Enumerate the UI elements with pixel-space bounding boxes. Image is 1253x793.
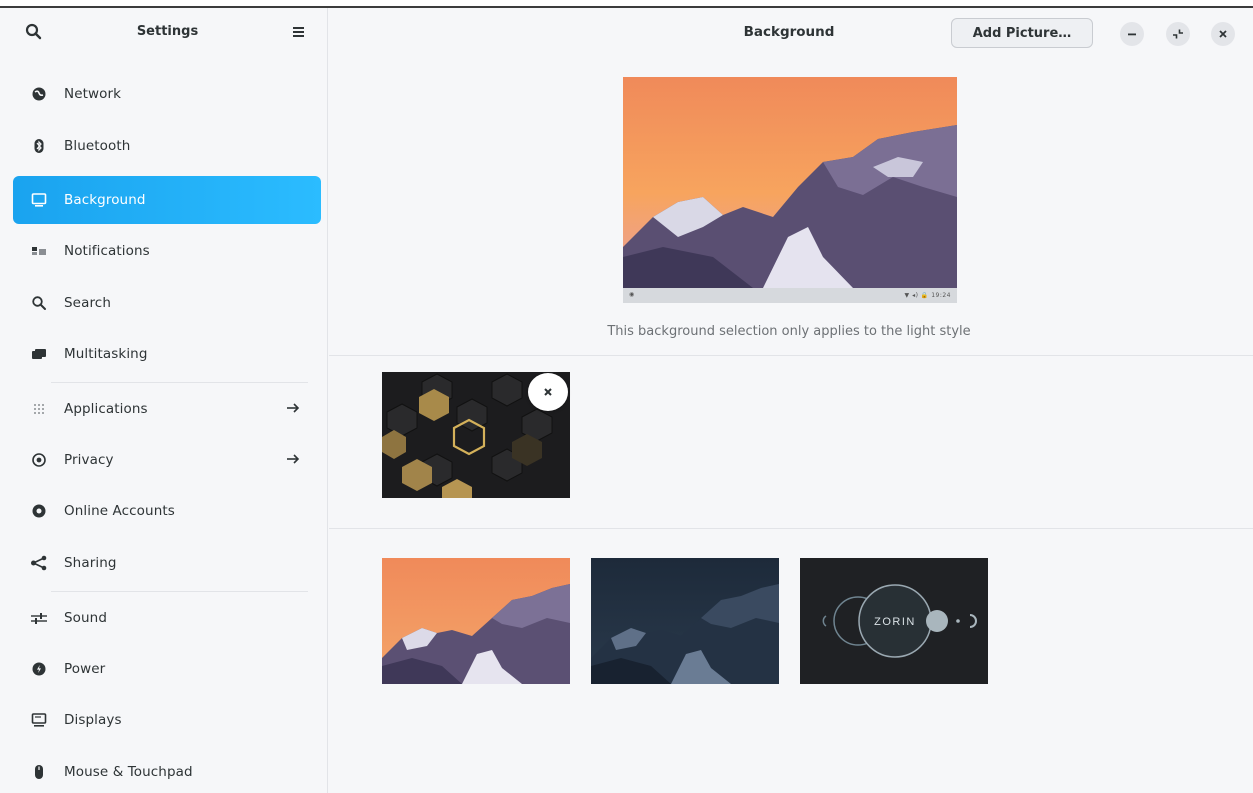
share-icon bbox=[30, 554, 48, 572]
multitasking-icon bbox=[30, 345, 48, 363]
sidebar-item-multitasking[interactable]: Multitasking bbox=[13, 330, 321, 378]
sidebar-item-sound[interactable]: Sound bbox=[13, 594, 321, 642]
remove-wallpaper-button[interactable] bbox=[528, 373, 568, 411]
sidebar-item-displays[interactable]: Displays bbox=[13, 696, 321, 744]
minimize-icon[interactable] bbox=[1120, 22, 1144, 46]
sidebar-item-label: Sharing bbox=[64, 555, 117, 571]
privacy-icon bbox=[30, 451, 48, 469]
grid-icon bbox=[30, 400, 48, 418]
sidebar-separator bbox=[51, 382, 308, 383]
preview-wallpaper bbox=[623, 77, 957, 288]
sidebar-item-label: Online Accounts bbox=[64, 503, 175, 519]
wallpaper-thumb-zorin-logo[interactable]: ZORIN bbox=[800, 558, 988, 684]
wallpaper-thumb-mountains-sunset[interactable] bbox=[382, 558, 570, 684]
sidebar-item-label: Privacy bbox=[64, 452, 114, 468]
section-separator bbox=[329, 355, 1253, 356]
preview-caption: This background selection only applies t… bbox=[607, 324, 971, 339]
sidebar-item-label: Sound bbox=[64, 610, 108, 626]
background-preview: ◉ ▼ ◂) 🔒 19:24 bbox=[623, 77, 957, 303]
sidebar-item-online-accounts[interactable]: Online Accounts bbox=[13, 487, 321, 535]
notifications-icon bbox=[30, 242, 48, 260]
sidebar-item-label: Power bbox=[64, 661, 106, 677]
sidebar-item-label: Displays bbox=[64, 712, 122, 728]
sidebar-item-label: Notifications bbox=[64, 243, 150, 259]
globe-icon bbox=[30, 85, 48, 103]
sidebar-item-search[interactable]: Search bbox=[13, 279, 321, 327]
start-icon: ◉ bbox=[629, 291, 635, 298]
zorin-logo-text: ZORIN bbox=[874, 616, 916, 628]
monitor-icon bbox=[30, 191, 48, 209]
sidebar-item-label: Background bbox=[64, 192, 146, 208]
main-panel: Background Add Picture… ◉ ▼ ◂) 🔒 19:24 T… bbox=[329, 8, 1253, 793]
sound-icon bbox=[30, 609, 48, 627]
bluetooth-icon bbox=[30, 137, 48, 155]
close-icon[interactable] bbox=[1211, 22, 1235, 46]
sidebar-item-label: Bluetooth bbox=[64, 138, 131, 154]
restore-icon[interactable] bbox=[1166, 22, 1190, 46]
power-icon bbox=[30, 660, 48, 678]
mouse-icon bbox=[30, 763, 48, 781]
sidebar-title: Settings bbox=[136, 24, 199, 39]
search-icon bbox=[30, 294, 48, 312]
display-icon bbox=[30, 711, 48, 729]
sidebar-item-label: Network bbox=[64, 86, 122, 102]
wallpaper-thumb-mountains-night[interactable] bbox=[591, 558, 779, 684]
sidebar-item-mouse-touchpad[interactable]: Mouse & Touchpad bbox=[13, 748, 321, 793]
sidebar-item-power[interactable]: Power bbox=[13, 645, 321, 693]
section-separator bbox=[329, 528, 1253, 529]
sidebar-item-label: Mouse & Touchpad bbox=[64, 764, 193, 780]
arrow-right-icon bbox=[285, 400, 301, 416]
sidebar-item-label: Search bbox=[64, 295, 111, 311]
sidebar-item-sharing[interactable]: Sharing bbox=[13, 539, 321, 587]
sidebar: Settings Network Bluetooth Background No… bbox=[0, 8, 328, 793]
sidebar-item-notifications[interactable]: Notifications bbox=[13, 227, 321, 275]
sidebar-separator bbox=[51, 591, 308, 592]
sidebar-header: Settings bbox=[0, 8, 328, 58]
preview-taskbar: ◉ ▼ ◂) 🔒 19:24 bbox=[623, 288, 957, 303]
sidebar-item-privacy[interactable]: Privacy bbox=[13, 436, 321, 484]
online-accounts-icon bbox=[30, 502, 48, 520]
sidebar-item-label: Multitasking bbox=[64, 346, 148, 362]
preview-tray: ▼ ◂) 🔒 19:24 bbox=[904, 292, 951, 299]
page-title: Background bbox=[743, 24, 835, 40]
sidebar-item-applications[interactable]: Applications bbox=[13, 385, 321, 433]
settings-window: Settings Network Bluetooth Background No… bbox=[0, 6, 1253, 793]
sidebar-item-background[interactable]: Background bbox=[13, 176, 321, 224]
hamburger-menu-icon[interactable] bbox=[290, 24, 308, 40]
add-picture-button[interactable]: Add Picture… bbox=[951, 18, 1093, 48]
sidebar-item-bluetooth[interactable]: Bluetooth bbox=[13, 122, 321, 170]
arrow-right-icon bbox=[285, 451, 301, 467]
sidebar-item-label: Applications bbox=[64, 401, 148, 417]
sidebar-item-network[interactable]: Network bbox=[13, 70, 321, 118]
close-icon bbox=[544, 388, 552, 396]
